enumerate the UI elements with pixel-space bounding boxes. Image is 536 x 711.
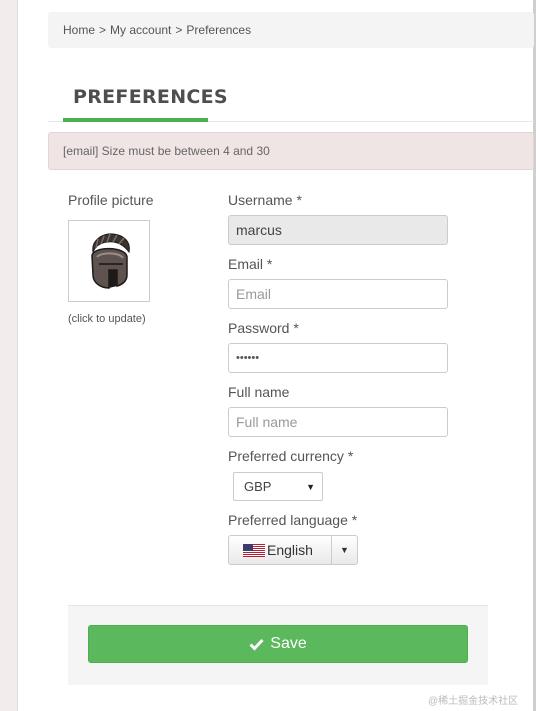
password-value: ••••••	[236, 352, 260, 364]
password-label: Password *	[228, 320, 299, 336]
fullname-placeholder: Full name	[236, 414, 298, 430]
left-edge-bar	[0, 0, 18, 711]
breadcrumb-separator: >	[99, 23, 107, 37]
currency-label: Preferred currency *	[228, 448, 354, 464]
error-alert: [email] Size must be between 4 and 30	[48, 132, 534, 170]
breadcrumb: Home > My account > Preferences	[48, 12, 534, 48]
language-selected: English	[267, 542, 313, 558]
language-label: Preferred language *	[228, 512, 358, 528]
us-flag-icon	[243, 543, 265, 557]
fullname-label: Full name	[228, 384, 290, 400]
language-selected-button[interactable]: English	[229, 536, 332, 564]
alert-message: [email] Size must be between 4 and 30	[63, 144, 270, 158]
save-button[interactable]: Save	[88, 625, 468, 663]
language-dropdown[interactable]: English ▼	[228, 535, 358, 565]
watermark: @稀土掘金技术社区	[428, 696, 519, 707]
breadcrumb-home[interactable]: Home	[63, 23, 95, 37]
spartan-helmet-icon	[91, 233, 130, 289]
breadcrumb-my-account[interactable]: My account	[110, 23, 171, 37]
username-field: marcus	[228, 215, 448, 245]
username-label: Username *	[228, 192, 302, 208]
profile-picture[interactable]	[68, 220, 150, 302]
breadcrumb-separator: >	[175, 23, 183, 37]
page-title-section: PREFERENCES	[48, 78, 534, 122]
page-title: PREFERENCES	[63, 86, 228, 122]
fullname-field[interactable]: Full name	[228, 407, 448, 437]
dropdown-arrow-icon: ▼	[306, 482, 315, 492]
currency-selected: GBP	[244, 479, 272, 494]
password-field[interactable]: ••••••	[228, 343, 448, 373]
chevron-down-icon[interactable]: ▼	[332, 545, 357, 555]
breadcrumb-current: Preferences	[186, 23, 252, 37]
avatar-update-hint: (click to update)	[68, 313, 146, 325]
save-label: Save	[270, 635, 307, 652]
email-placeholder: Email	[236, 286, 272, 302]
profile-picture-label: Profile picture	[68, 192, 154, 208]
email-label: Email *	[228, 256, 273, 272]
check-icon	[249, 638, 264, 651]
username-value: marcus	[236, 222, 282, 238]
currency-select[interactable]: GBP ▼	[233, 472, 323, 501]
email-field[interactable]: Email	[228, 279, 448, 309]
